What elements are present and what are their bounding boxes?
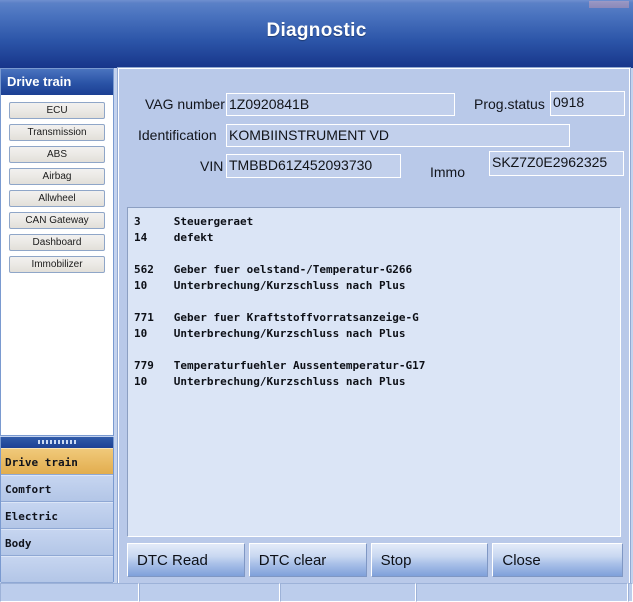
identification-label: Identification xyxy=(138,127,217,143)
dtc-clear-button[interactable]: DTC clear xyxy=(249,543,367,577)
ecu-button-immobilizer[interactable]: Immobilizer xyxy=(9,256,105,273)
diagnostic-application-window: Diagnostic Drive train ECU Transmission … xyxy=(0,0,633,602)
window-controls-icon[interactable] xyxy=(589,1,629,8)
status-cell xyxy=(416,583,628,602)
vin-label: VIN xyxy=(200,158,223,174)
prog-status-label: Prog.status xyxy=(474,96,545,112)
sidebar-header-title: Drive train xyxy=(1,69,113,95)
status-cell xyxy=(280,583,416,602)
window-title: Diagnostic xyxy=(0,20,633,42)
prog-status-field[interactable]: 0918 xyxy=(550,91,625,116)
dtc-line: 779 Temperaturfuehler Aussentemperatur-G… xyxy=(134,358,620,374)
immo-label: Immo xyxy=(430,164,465,180)
group-navigation-panel: Drive train Comfort Electric Body xyxy=(0,448,114,582)
close-button[interactable]: Close xyxy=(492,543,623,577)
ecu-button-ecu[interactable]: ECU xyxy=(9,102,105,119)
ecu-button-can-gateway[interactable]: CAN Gateway xyxy=(9,212,105,229)
status-cell xyxy=(139,583,281,602)
identification-field[interactable]: KOMBIINSTRUMENT VD xyxy=(226,124,570,147)
group-item-body[interactable]: Body xyxy=(1,529,113,556)
dtc-line-spacer xyxy=(134,294,620,310)
ecu-button-abs[interactable]: ABS xyxy=(9,146,105,163)
dtc-line-spacer xyxy=(134,342,620,358)
dtc-line: 10 Unterbrechung/Kurzschluss nach Plus xyxy=(134,374,620,390)
group-item-electric[interactable]: Electric xyxy=(1,502,113,529)
dtc-line: 14 defekt xyxy=(134,230,620,246)
vag-number-field[interactable]: 1Z0920841B xyxy=(226,93,455,116)
group-item-comfort[interactable]: Comfort xyxy=(1,475,113,502)
ecu-button-allwheel[interactable]: Allwheel xyxy=(9,190,105,207)
window-titlebar: Diagnostic xyxy=(0,0,633,68)
dtc-line: 10 Unterbrechung/Kurzschluss nach Plus xyxy=(134,326,620,342)
ecu-button-dashboard[interactable]: Dashboard xyxy=(9,234,105,251)
vin-field[interactable]: TMBBD61Z452093730 xyxy=(226,154,401,178)
ecu-button-airbag[interactable]: Airbag xyxy=(9,168,105,185)
ecu-identification-form: VAG number 1Z0920841B Prog.status 0918 I… xyxy=(119,69,629,188)
status-bar xyxy=(0,583,633,602)
ecu-button-list: ECU Transmission ABS Airbag Allwheel CAN… xyxy=(1,95,113,273)
group-item-drive-train[interactable]: Drive train xyxy=(1,448,113,475)
diagnostic-content-panel: VAG number 1Z0920841B Prog.status 0918 I… xyxy=(118,68,630,584)
ecu-button-transmission[interactable]: Transmission xyxy=(9,124,105,141)
dtc-line: 3 Steuergeraet xyxy=(134,214,620,230)
titlebar-top-strip xyxy=(0,0,633,3)
dtc-read-button[interactable]: DTC Read xyxy=(127,543,245,577)
dtc-output-textarea[interactable]: 3 Steuergeraet 14 defekt 562 Geber fuer … xyxy=(127,207,621,537)
vag-number-label: VAG number xyxy=(145,96,225,112)
dtc-line: 562 Geber fuer oelstand-/Temperatur-G266 xyxy=(134,262,620,278)
action-button-bar: DTC Read DTC clear Stop Close xyxy=(127,543,623,577)
ecu-sidebar: Drive train ECU Transmission ABS Airbag … xyxy=(0,68,114,436)
stop-button[interactable]: Stop xyxy=(371,543,489,577)
immo-field[interactable]: SKZ7Z0E2962325 xyxy=(489,151,624,176)
group-item-empty xyxy=(1,556,113,583)
dtc-line-spacer xyxy=(134,246,620,262)
dtc-line: 771 Geber fuer Kraftstoffvorratsanzeige-… xyxy=(134,310,620,326)
sidebar-splitter[interactable] xyxy=(0,437,114,448)
dtc-line: 10 Unterbrechung/Kurzschluss nach Plus xyxy=(134,278,620,294)
status-cell xyxy=(628,583,633,602)
status-cell xyxy=(0,583,139,602)
grip-handle-icon xyxy=(38,440,76,444)
